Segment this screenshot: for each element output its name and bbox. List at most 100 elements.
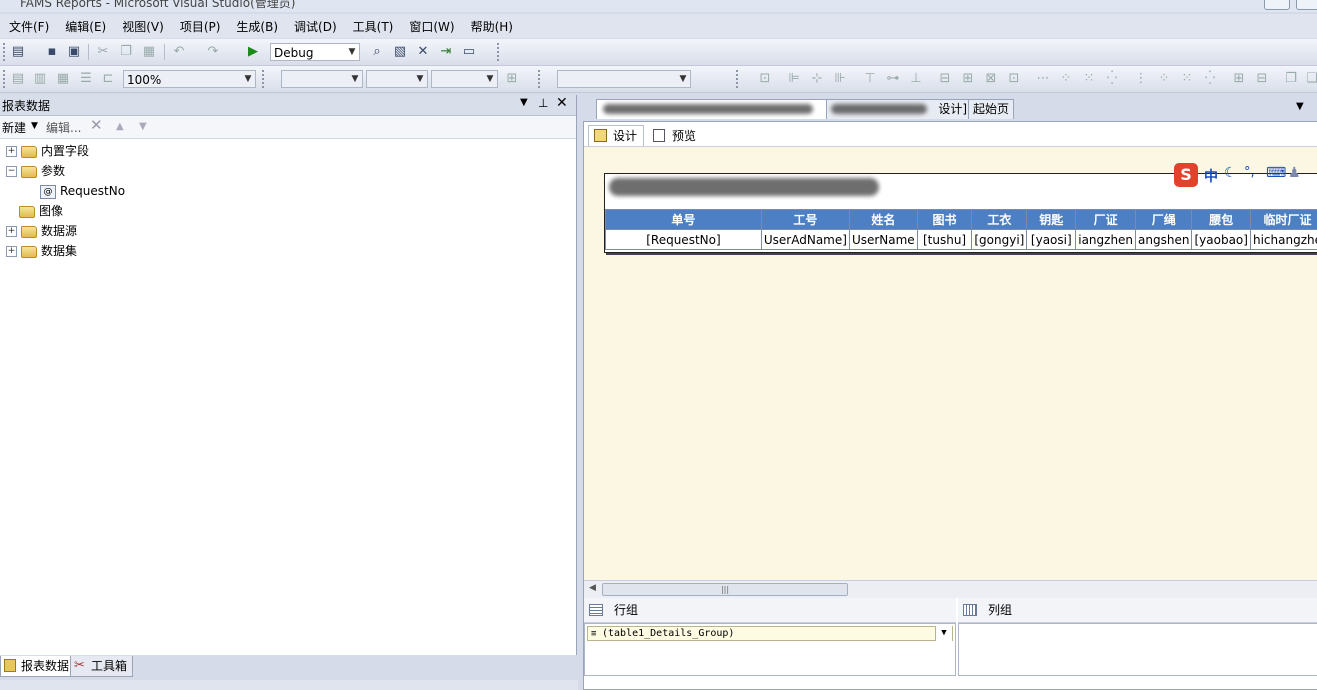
table-header-cell[interactable]: 工衣	[971, 209, 1028, 230]
center-horizontally-icon[interactable]: ⊞	[1231, 71, 1247, 87]
restore-button[interactable]	[1264, 0, 1290, 10]
table-cell[interactable]: [RequestNo]	[605, 229, 762, 250]
tab-toolbox[interactable]: ✂ 工具箱	[70, 656, 134, 677]
row-group-item[interactable]: ≡ (table1_Details_Group) ▼	[587, 626, 953, 641]
align-right-icon[interactable]: ⊪	[832, 71, 848, 87]
menu-build[interactable]: 生成(B)	[227, 14, 285, 35]
report-table[interactable]: 单号 工号 姓名 图书 工衣 钥匙 厂证 厂绳 腰包 临时厂证 [Request…	[605, 209, 1317, 250]
zoom-select[interactable]: 100% ▼	[123, 70, 256, 88]
design-canvas[interactable]: 单号 工号 姓名 图书 工衣 钥匙 厂证 厂绳 腰包 临时厂证 [Request…	[584, 147, 1317, 580]
table-header-cell[interactable]: 图书	[916, 209, 973, 230]
h-spacing-remove-icon[interactable]: ⁛	[1104, 71, 1120, 87]
table-header-cell[interactable]: 临时厂证	[1249, 209, 1317, 230]
paste-icon[interactable]: ▦	[141, 44, 157, 60]
panel-menu-icon[interactable]: ▼	[520, 97, 528, 108]
v-spacing-equal-icon[interactable]: ⋮	[1133, 71, 1149, 87]
chevron-down-icon[interactable]: ▼	[31, 121, 38, 131]
new-button[interactable]: 新建	[2, 119, 26, 136]
tab-design[interactable]: 设计	[588, 125, 645, 146]
ime-language[interactable]: 中	[1204, 166, 1218, 186]
find-icon[interactable]: ⌕	[369, 44, 385, 60]
tab-report-data[interactable]: 报表数据	[0, 656, 76, 677]
horizontal-scrollbar[interactable]: ◀ |||	[584, 580, 1317, 598]
layout-icon[interactable]: ▦	[55, 71, 71, 87]
tree-item-datasets[interactable]: + 数据集	[6, 241, 77, 261]
expand-icon[interactable]: +	[6, 146, 17, 157]
v-spacing-decrease-icon[interactable]: ⁙	[1179, 71, 1195, 87]
delete-icon[interactable]: ✕	[90, 116, 103, 134]
moon-icon[interactable]: ☾	[1224, 165, 1237, 181]
table-cell[interactable]: [tushu]	[916, 229, 973, 250]
border-icon[interactable]: ⊞	[504, 71, 520, 87]
toolbar-grip[interactable]	[3, 43, 8, 61]
v-spacing-remove-icon[interactable]: ⁛	[1202, 71, 1218, 87]
collapse-icon[interactable]: −	[6, 166, 17, 177]
bring-to-front-icon[interactable]: ❐	[1283, 71, 1299, 87]
tree-item-param-request-no[interactable]: @ RequestNo	[40, 181, 125, 201]
same-height-icon[interactable]: ⊞	[960, 71, 976, 87]
table-header-cell[interactable]: 单号	[605, 209, 762, 230]
same-width-icon[interactable]: ⊟	[937, 71, 953, 87]
expand-icon[interactable]: +	[6, 246, 17, 257]
align-center-icon[interactable]: ⊹	[809, 71, 825, 87]
tree-item-parameters[interactable]: − 参数	[6, 161, 65, 181]
close-window-button[interactable]	[1296, 0, 1317, 10]
menu-project[interactable]: 项目(P)	[171, 14, 228, 35]
undo-icon[interactable]: ↶	[171, 44, 187, 60]
tab-preview[interactable]: 预览	[647, 125, 703, 146]
h-spacing-increase-icon[interactable]: ⁘	[1058, 71, 1074, 87]
h-spacing-decrease-icon[interactable]: ⁙	[1081, 71, 1097, 87]
menu-edit[interactable]: 编辑(E)	[56, 14, 113, 35]
table-header-cell[interactable]: 工号	[760, 209, 850, 230]
table-header-cell[interactable]: 姓名	[848, 209, 918, 230]
cut-icon[interactable]: ✂	[95, 44, 111, 60]
new-project-icon[interactable]: ▤	[10, 44, 26, 60]
close-icon[interactable]: ✕	[556, 95, 568, 111]
font-style-select[interactable]: ▼	[431, 70, 498, 88]
report-icon[interactable]: ▤	[10, 71, 26, 87]
chevron-down-icon[interactable]: ▼	[935, 626, 952, 641]
format-icon[interactable]: ⊏	[100, 71, 116, 87]
align-left-icon[interactable]: ⊫	[786, 71, 802, 87]
align-top-icon[interactable]: ⊤	[862, 71, 878, 87]
font-family-select[interactable]: ▼	[281, 70, 363, 88]
menu-file[interactable]: 文件(F)	[0, 14, 56, 35]
table-header-cell[interactable]: 腰包	[1191, 209, 1251, 230]
align-bottom-icon[interactable]: ⊥	[908, 71, 924, 87]
table-header-cell[interactable]: 钥匙	[1026, 209, 1077, 230]
same-size-icon[interactable]: ⊠	[983, 71, 999, 87]
tools-icon[interactable]: ✕	[415, 44, 431, 60]
save-icon[interactable]: ▪	[44, 44, 60, 60]
indent-icon[interactable]: ☰	[78, 71, 94, 87]
table-cell[interactable]: [yaosi]	[1026, 229, 1077, 250]
move-down-icon[interactable]: ▼	[139, 121, 147, 132]
h-spacing-equal-icon[interactable]: ⋯	[1035, 71, 1051, 87]
user-icon[interactable]: ♟	[1288, 165, 1301, 181]
tree-item-images[interactable]: 图像	[19, 201, 63, 221]
table-cell[interactable]: iangzhen	[1075, 229, 1137, 250]
size-to-grid-icon[interactable]: ⊡	[1006, 71, 1022, 87]
send-to-back-icon[interactable]: ❏	[1304, 71, 1317, 87]
align-grid-icon[interactable]: ⊡	[757, 71, 773, 87]
move-up-icon[interactable]: ▲	[116, 121, 124, 132]
tab-start-page[interactable]: 起始页	[968, 99, 1015, 119]
table-cell[interactable]: UserAdName]	[760, 229, 850, 250]
deploy-icon[interactable]: ⇥	[438, 44, 454, 60]
menu-view[interactable]: 视图(V)	[113, 14, 171, 35]
tree-item-data-sources[interactable]: + 数据源	[6, 221, 77, 241]
menu-debug[interactable]: 调试(D)	[285, 14, 344, 35]
keyboard-icon[interactable]: ⌨	[1266, 165, 1286, 181]
edit-button[interactable]: 编辑...	[46, 119, 81, 136]
pin-icon[interactable]: ⊥	[538, 96, 548, 110]
v-spacing-increase-icon[interactable]: ⁘	[1156, 71, 1172, 87]
command-window-icon[interactable]: ▭	[461, 44, 477, 60]
table-header-cell[interactable]: 厂绳	[1135, 209, 1193, 230]
table-cell[interactable]: UserName	[848, 229, 918, 250]
tab-document-design[interactable]: 设计]	[826, 99, 972, 119]
table-cell[interactable]: angshen	[1135, 229, 1193, 250]
page-icon[interactable]: ▥	[32, 71, 48, 87]
table-cell[interactable]: hichangzhe	[1249, 229, 1317, 250]
align-middle-icon[interactable]: ⊶	[885, 71, 901, 87]
sogou-logo-icon[interactable]: S	[1174, 163, 1198, 187]
tab-document-active[interactable]	[596, 99, 832, 119]
